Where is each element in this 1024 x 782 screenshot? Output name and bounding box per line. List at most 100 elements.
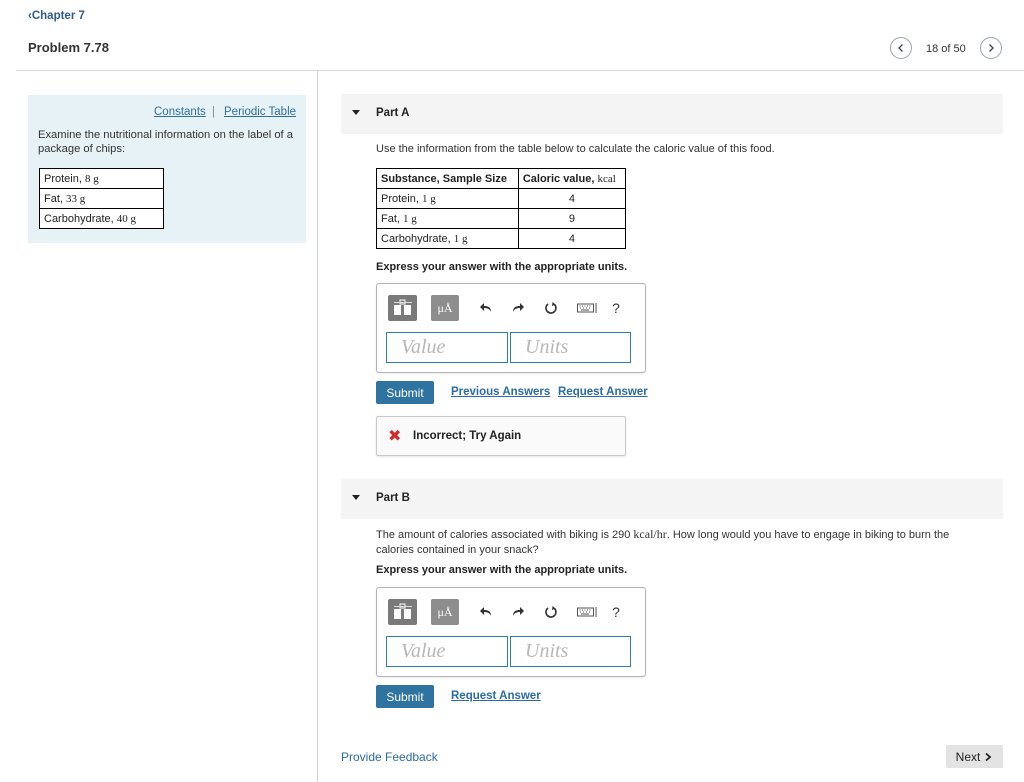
- part-b-prompt: The amount of calories associated with b…: [376, 527, 986, 558]
- undo-button[interactable]: [477, 295, 495, 321]
- chevron-right-icon: [989, 44, 994, 52]
- reset-icon: [545, 302, 557, 314]
- link-separator: |: [212, 106, 215, 118]
- templates-button[interactable]: [388, 599, 417, 625]
- table-cell: Protein, 8 g: [39, 168, 164, 189]
- column-header-caloric-value: Caloric value, kcal: [517, 168, 627, 189]
- pager-count: 18 of 50: [926, 43, 966, 55]
- keyboard-icon: [577, 607, 597, 617]
- substance-amount: 1 g: [421, 192, 436, 205]
- table-cell: Fat, 33 g: [39, 188, 164, 209]
- templates-icon: [393, 603, 412, 619]
- keyboard-button[interactable]: [576, 295, 600, 321]
- header-divider: [16, 70, 1024, 71]
- keyboard-icon: [577, 303, 597, 313]
- part-b-answer-editor: μÅ ? Value Units: [376, 587, 646, 677]
- table-cell: Carbohydrate, 1 g: [376, 228, 519, 249]
- reset-icon: [545, 606, 557, 618]
- periodic-table-link[interactable]: Periodic Table: [224, 106, 296, 118]
- caret-down-icon: [352, 110, 360, 115]
- table-header-row: Substance, Sample Size Caloric value, kc…: [376, 168, 627, 189]
- provide-feedback-link[interactable]: Provide Feedback: [341, 750, 438, 764]
- incorrect-x-icon: ✖: [388, 428, 402, 445]
- help-button[interactable]: ?: [608, 599, 624, 625]
- units-input[interactable]: Units: [510, 332, 631, 363]
- undo-button[interactable]: [477, 599, 495, 625]
- caloric-value-table: Substance, Sample Size Caloric value, kc…: [376, 168, 627, 249]
- table-row: Fat, 1 g 9: [376, 208, 627, 229]
- units-symbols-button[interactable]: μÅ: [431, 599, 459, 625]
- mu-a-icon: μÅ: [437, 604, 453, 619]
- prompt-unit: kcal/hr: [633, 527, 667, 541]
- caloric-value-cell: 4: [517, 188, 627, 209]
- part-a-instruction: Express your answer with the appropriate…: [376, 261, 628, 273]
- prompt-text: The amount of calories associated with b…: [376, 529, 634, 541]
- redo-button[interactable]: [509, 599, 527, 625]
- mu-a-icon: μÅ: [437, 300, 453, 315]
- table-cell: Protein, 1 g: [376, 188, 519, 209]
- table-cell: Carbohydrate, 40 g: [39, 208, 164, 229]
- part-a-header[interactable]: Part A: [341, 94, 1003, 134]
- units-input[interactable]: Units: [510, 636, 631, 667]
- substance-name: Protein,: [381, 192, 422, 205]
- problem-statement: Examine the nutritional information on t…: [38, 129, 293, 155]
- previous-answers-link[interactable]: Previous Answers: [451, 386, 550, 398]
- help-button[interactable]: ?: [608, 295, 624, 321]
- table-row: Carbohydrate, 1 g 4: [376, 228, 627, 249]
- caloric-value-cell: 9: [517, 208, 627, 229]
- table-row: Protein, 1 g 4: [376, 188, 627, 209]
- previous-problem-button[interactable]: [890, 37, 912, 59]
- nutrient-name: Fat,: [44, 192, 67, 205]
- table-row: Protein, 8 g: [39, 168, 164, 189]
- part-b-submit-button[interactable]: Submit: [376, 685, 434, 708]
- nutrient-amount: 33 g: [66, 192, 86, 205]
- nutrient-name: Protein,: [44, 172, 85, 185]
- back-label: Chapter 7: [31, 10, 85, 22]
- substance-amount: 1 g: [403, 212, 417, 225]
- value-input[interactable]: Value: [386, 636, 508, 667]
- substance-name: Carbohydrate,: [381, 232, 454, 245]
- chevron-right-icon: [985, 752, 992, 761]
- templates-button[interactable]: [388, 295, 417, 321]
- nutrition-label-table: Protein, 8 g Fat, 33 g Carbohydrate, 40 …: [39, 168, 164, 229]
- part-b-request-answer-link[interactable]: Request Answer: [451, 690, 541, 702]
- part-a-request-answer-link[interactable]: Request Answer: [558, 386, 648, 398]
- undo-icon: [480, 303, 491, 312]
- feedback-text: Incorrect; Try Again: [413, 430, 522, 442]
- substance-name: Fat,: [381, 212, 404, 225]
- reset-button[interactable]: [542, 599, 560, 625]
- templates-icon: [393, 299, 412, 315]
- part-a-answer-editor: μÅ ? Value Units: [376, 283, 646, 373]
- table-row: Carbohydrate, 40 g: [39, 208, 164, 229]
- problem-title: Problem 7.78: [28, 40, 109, 55]
- caloric-header-unit: kcal: [597, 172, 616, 185]
- chevron-left-icon: [898, 44, 903, 52]
- table-cell: Fat, 1 g: [376, 208, 519, 229]
- caloric-header-text: Caloric value,: [522, 172, 598, 185]
- nutrient-amount: 40 g: [116, 212, 137, 225]
- part-b-title: Part B: [376, 492, 410, 504]
- part-b-header[interactable]: Part B: [341, 479, 1003, 519]
- nutrient-amount: 8 g: [84, 172, 99, 185]
- column-header-substance: Substance, Sample Size: [376, 168, 519, 189]
- redo-button[interactable]: [509, 295, 527, 321]
- value-input[interactable]: Value: [386, 332, 508, 363]
- part-a-prompt: Use the information from the table below…: [376, 143, 775, 155]
- part-a-submit-button[interactable]: Submit: [376, 381, 434, 404]
- keyboard-button[interactable]: [576, 599, 600, 625]
- next-label: Next: [955, 749, 981, 764]
- reset-button[interactable]: [542, 295, 560, 321]
- problem-info-panel: Constants | Periodic Table Examine the n…: [28, 95, 306, 243]
- redo-icon: [513, 303, 524, 312]
- constants-link[interactable]: Constants: [154, 106, 206, 118]
- back-to-chapter-link[interactable]: ‹Chapter 7: [28, 10, 85, 22]
- units-symbols-button[interactable]: μÅ: [431, 295, 459, 321]
- redo-icon: [513, 607, 524, 616]
- next-button[interactable]: Next: [946, 745, 1003, 768]
- caloric-value-cell: 4: [517, 228, 627, 249]
- caret-down-icon: [352, 495, 360, 500]
- nutrient-name: Carbohydrate,: [44, 212, 117, 225]
- next-problem-button[interactable]: [980, 37, 1002, 59]
- table-row: Fat, 33 g: [39, 188, 164, 209]
- undo-icon: [480, 607, 491, 616]
